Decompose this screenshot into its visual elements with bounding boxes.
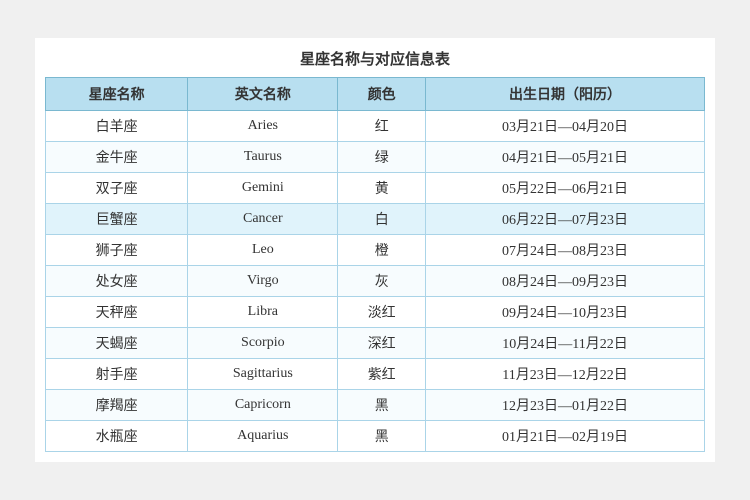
- table-row: 白羊座Aries红03月21日—04月20日: [46, 111, 705, 142]
- zodiac-table: 星座名称 英文名称 颜色 出生日期（阳历） 白羊座Aries红03月21日—04…: [45, 77, 705, 452]
- main-container: 星座名称与对应信息表 星座名称 英文名称 颜色 出生日期（阳历） 白羊座Arie…: [35, 38, 715, 462]
- cell-color: 黑: [338, 421, 426, 452]
- cell-english: Capricorn: [188, 390, 338, 421]
- cell-color: 黄: [338, 173, 426, 204]
- cell-english: Sagittarius: [188, 359, 338, 390]
- cell-english: Leo: [188, 235, 338, 266]
- cell-color: 橙: [338, 235, 426, 266]
- cell-color: 黑: [338, 390, 426, 421]
- cell-dates: 04月21日—05月21日: [426, 142, 705, 173]
- cell-chinese: 处女座: [46, 266, 188, 297]
- table-row: 水瓶座Aquarius黑01月21日—02月19日: [46, 421, 705, 452]
- cell-english: Cancer: [188, 204, 338, 235]
- cell-chinese: 水瓶座: [46, 421, 188, 452]
- table-row: 金牛座Taurus绿04月21日—05月21日: [46, 142, 705, 173]
- header-dates: 出生日期（阳历）: [426, 78, 705, 111]
- table-row: 天秤座Libra淡红09月24日—10月23日: [46, 297, 705, 328]
- cell-dates: 01月21日—02月19日: [426, 421, 705, 452]
- cell-chinese: 狮子座: [46, 235, 188, 266]
- table-row: 巨蟹座Cancer白06月22日—07月23日: [46, 204, 705, 235]
- table-row: 射手座Sagittarius紫红11月23日—12月22日: [46, 359, 705, 390]
- table-row: 狮子座Leo橙07月24日—08月23日: [46, 235, 705, 266]
- cell-english: Aries: [188, 111, 338, 142]
- cell-dates: 12月23日—01月22日: [426, 390, 705, 421]
- cell-english: Virgo: [188, 266, 338, 297]
- cell-dates: 03月21日—04月20日: [426, 111, 705, 142]
- cell-dates: 05月22日—06月21日: [426, 173, 705, 204]
- cell-color: 白: [338, 204, 426, 235]
- cell-color: 红: [338, 111, 426, 142]
- cell-english: Aquarius: [188, 421, 338, 452]
- cell-english: Gemini: [188, 173, 338, 204]
- header-english: 英文名称: [188, 78, 338, 111]
- cell-color: 紫红: [338, 359, 426, 390]
- cell-dates: 10月24日—11月22日: [426, 328, 705, 359]
- cell-dates: 11月23日—12月22日: [426, 359, 705, 390]
- cell-english: Taurus: [188, 142, 338, 173]
- cell-chinese: 巨蟹座: [46, 204, 188, 235]
- cell-dates: 06月22日—07月23日: [426, 204, 705, 235]
- header-color: 颜色: [338, 78, 426, 111]
- cell-dates: 08月24日—09月23日: [426, 266, 705, 297]
- table-row: 处女座Virgo灰08月24日—09月23日: [46, 266, 705, 297]
- cell-english: Libra: [188, 297, 338, 328]
- cell-dates: 09月24日—10月23日: [426, 297, 705, 328]
- cell-chinese: 天蝎座: [46, 328, 188, 359]
- table-row: 天蝎座Scorpio深红10月24日—11月22日: [46, 328, 705, 359]
- cell-chinese: 金牛座: [46, 142, 188, 173]
- page-title: 星座名称与对应信息表: [45, 48, 705, 69]
- table-row: 双子座Gemini黄05月22日—06月21日: [46, 173, 705, 204]
- cell-dates: 07月24日—08月23日: [426, 235, 705, 266]
- table-row: 摩羯座Capricorn黑12月23日—01月22日: [46, 390, 705, 421]
- cell-english: Scorpio: [188, 328, 338, 359]
- cell-chinese: 摩羯座: [46, 390, 188, 421]
- cell-chinese: 双子座: [46, 173, 188, 204]
- cell-chinese: 射手座: [46, 359, 188, 390]
- table-header-row: 星座名称 英文名称 颜色 出生日期（阳历）: [46, 78, 705, 111]
- cell-chinese: 天秤座: [46, 297, 188, 328]
- cell-color: 绿: [338, 142, 426, 173]
- header-chinese: 星座名称: [46, 78, 188, 111]
- cell-color: 淡红: [338, 297, 426, 328]
- cell-chinese: 白羊座: [46, 111, 188, 142]
- cell-color: 深红: [338, 328, 426, 359]
- cell-color: 灰: [338, 266, 426, 297]
